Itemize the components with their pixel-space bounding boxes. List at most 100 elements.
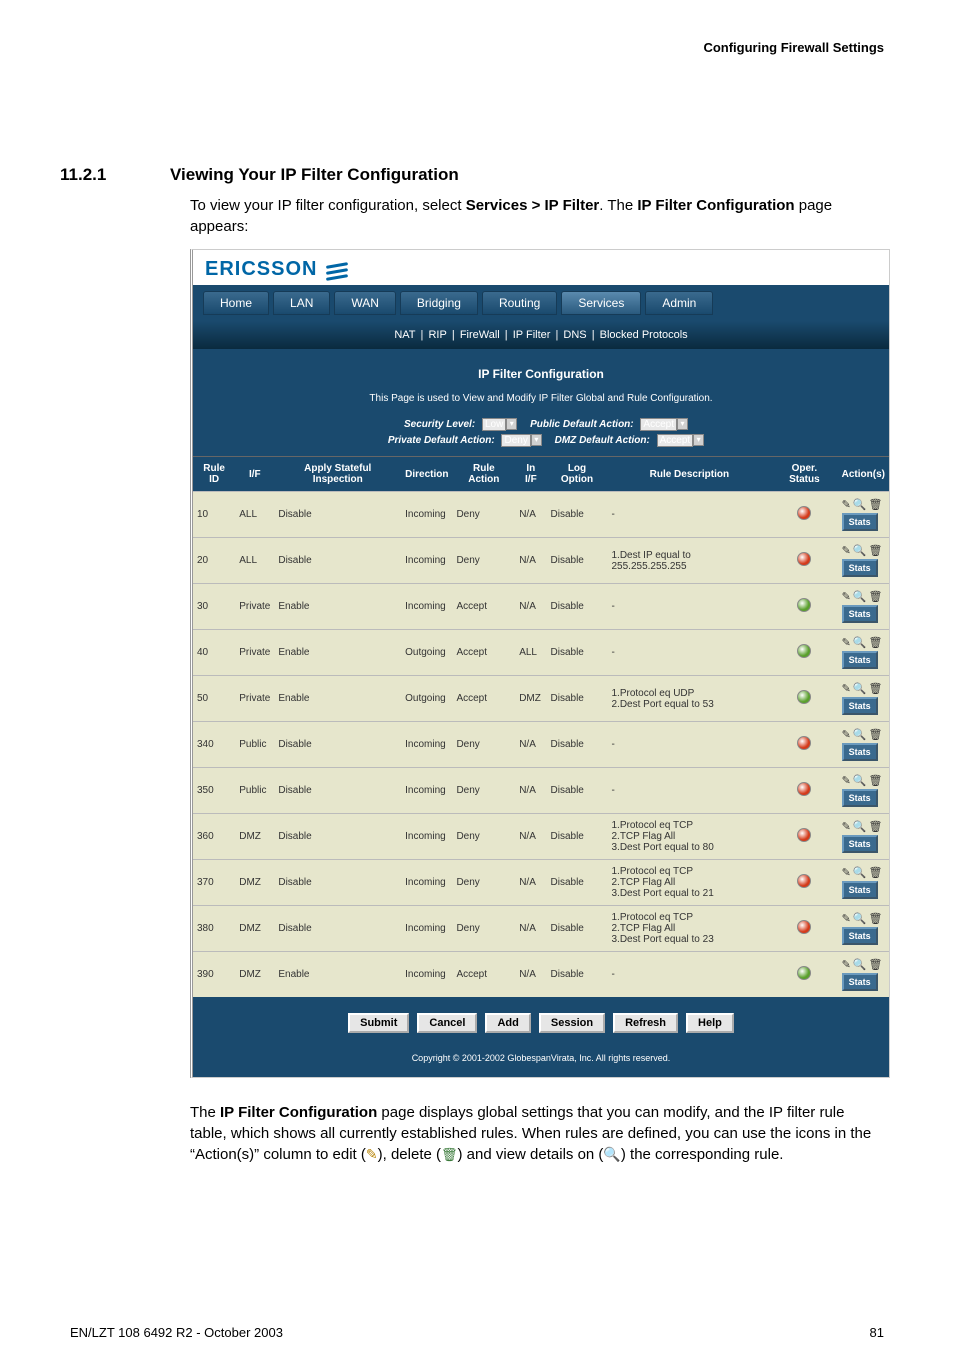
nav-tab-wan[interactable]: WAN [334,291,396,315]
subnav-ip-filter[interactable]: IP Filter [513,329,551,341]
delete-icon[interactable]: 🗑 [869,775,883,787]
add-button[interactable]: Add [485,1013,530,1033]
edit-icon[interactable]: ✎ [842,499,851,511]
subnav-dns[interactable]: DNS [563,329,586,341]
trash-icon: 🗑 [441,1146,458,1164]
stats-button[interactable]: Stats [842,513,878,531]
public-default-label: Public Default Action: [530,419,634,430]
magnifier-icon: 🔍 [603,1145,620,1165]
sub-nav-bar: NAT | RIP | FireWall | IP Filter | DNS |… [193,321,889,349]
col-header: Action(s) [838,457,889,492]
view-icon[interactable]: 🔍 [853,867,867,879]
subnav-blocked-protocols[interactable]: Blocked Protocols [600,329,688,341]
edit-icon[interactable]: ✎ [842,959,851,971]
nav-tab-home[interactable]: Home [203,291,269,315]
edit-icon[interactable]: ✎ [842,637,851,649]
copyright-text: Copyright © 2001-2002 GlobespanVirata, I… [193,1047,889,1077]
security-level-select[interactable]: Low [482,418,506,431]
col-header: In I/F [515,457,546,492]
view-icon[interactable]: 🔍 [853,683,867,695]
private-default-label: Private Default Action: [388,435,495,446]
stats-button[interactable]: Stats [842,881,878,899]
footer-doc-id: EN/LZT 108 6492 R2 - October 2003 [70,1325,283,1340]
dmz-default-select[interactable]: Accept [657,434,694,447]
view-icon[interactable]: 🔍 [853,913,867,925]
section-number: 11.2.1 [60,165,170,185]
table-row: 50PrivateEnableOutgoingAcceptDMZDisable1… [193,676,889,722]
chevron-down-icon[interactable]: ▾ [531,434,542,446]
stats-button[interactable]: Stats [842,559,878,577]
status-dot-icon [797,690,811,704]
stats-button[interactable]: Stats [842,743,878,761]
stats-button[interactable]: Stats [842,789,878,807]
subnav-rip[interactable]: RIP [428,329,446,341]
stats-button[interactable]: Stats [842,973,878,991]
table-row: 10ALLDisableIncomingDenyN/ADisable-✎🔍🗑St… [193,492,889,538]
edit-icon[interactable]: ✎ [842,867,851,879]
table-row: 350PublicDisableIncomingDenyN/ADisable-✎… [193,768,889,814]
chevron-down-icon[interactable]: ▾ [693,434,704,446]
rules-table: Rule IDI/FApply Stateful InspectionDirec… [193,456,889,997]
private-default-select[interactable]: Deny [501,434,530,447]
edit-icon[interactable]: ✎ [842,775,851,787]
nav-tab-admin[interactable]: Admin [645,291,713,315]
subnav-nat[interactable]: NAT [394,329,415,341]
stats-button[interactable]: Stats [842,927,878,945]
chevron-down-icon[interactable]: ▾ [677,418,688,430]
nav-tab-lan[interactable]: LAN [273,291,330,315]
public-default-select[interactable]: Accept [640,418,677,431]
delete-icon[interactable]: 🗑 [869,959,883,971]
help-button[interactable]: Help [686,1013,734,1033]
stats-button[interactable]: Stats [842,651,878,669]
col-header: Direction [401,457,452,492]
status-dot-icon [797,552,811,566]
delete-icon[interactable]: 🗑 [869,591,883,603]
config-subtitle: This Page is used to View and Modify IP … [203,393,879,404]
view-icon[interactable]: 🔍 [853,637,867,649]
session-button[interactable]: Session [539,1013,605,1033]
stats-button[interactable]: Stats [842,835,878,853]
delete-icon[interactable]: 🗑 [869,867,883,879]
edit-icon[interactable]: ✎ [842,683,851,695]
view-icon[interactable]: 🔍 [853,959,867,971]
view-icon[interactable]: 🔍 [853,821,867,833]
status-dot-icon [797,644,811,658]
submit-button[interactable]: Submit [348,1013,409,1033]
nav-tab-services[interactable]: Services [561,291,641,315]
view-icon[interactable]: 🔍 [853,775,867,787]
view-icon[interactable]: 🔍 [853,499,867,511]
edit-icon[interactable]: ✎ [842,729,851,741]
edit-icon[interactable]: ✎ [842,913,851,925]
edit-icon[interactable]: ✎ [842,545,851,557]
edit-icon[interactable]: ✎ [842,821,851,833]
delete-icon[interactable]: 🗑 [869,821,883,833]
cancel-button[interactable]: Cancel [417,1013,477,1033]
pencil-icon: ✎ [366,1145,378,1165]
view-icon[interactable]: 🔍 [853,591,867,603]
view-icon[interactable]: 🔍 [853,545,867,557]
config-title: IP Filter Configuration [203,367,879,381]
col-header: I/F [235,457,274,492]
security-level-label: Security Level: [404,419,475,430]
delete-icon[interactable]: 🗑 [869,637,883,649]
nav-tab-routing[interactable]: Routing [482,291,557,315]
col-header: Log Option [547,457,608,492]
refresh-button[interactable]: Refresh [613,1013,678,1033]
router-ui-screenshot: ERICSSON HomeLANWANBridgingRoutingServic… [190,249,890,1078]
edit-icon[interactable]: ✎ [842,591,851,603]
view-icon[interactable]: 🔍 [853,729,867,741]
delete-icon[interactable]: 🗑 [869,545,883,557]
explanation-paragraph: The IP Filter Configuration page display… [190,1102,884,1165]
col-header: Rule Description [607,457,771,492]
delete-icon[interactable]: 🗑 [869,729,883,741]
intro-paragraph: To view your IP filter configuration, se… [190,195,884,237]
subnav-firewall[interactable]: FireWall [460,329,500,341]
nav-tab-bridging[interactable]: Bridging [400,291,478,315]
table-row: 40PrivateEnableOutgoingAcceptALLDisable-… [193,630,889,676]
stats-button[interactable]: Stats [842,605,878,623]
delete-icon[interactable]: 🗑 [869,499,883,511]
delete-icon[interactable]: 🗑 [869,913,883,925]
chevron-down-icon[interactable]: ▾ [506,418,517,430]
stats-button[interactable]: Stats [842,697,878,715]
delete-icon[interactable]: 🗑 [869,683,883,695]
